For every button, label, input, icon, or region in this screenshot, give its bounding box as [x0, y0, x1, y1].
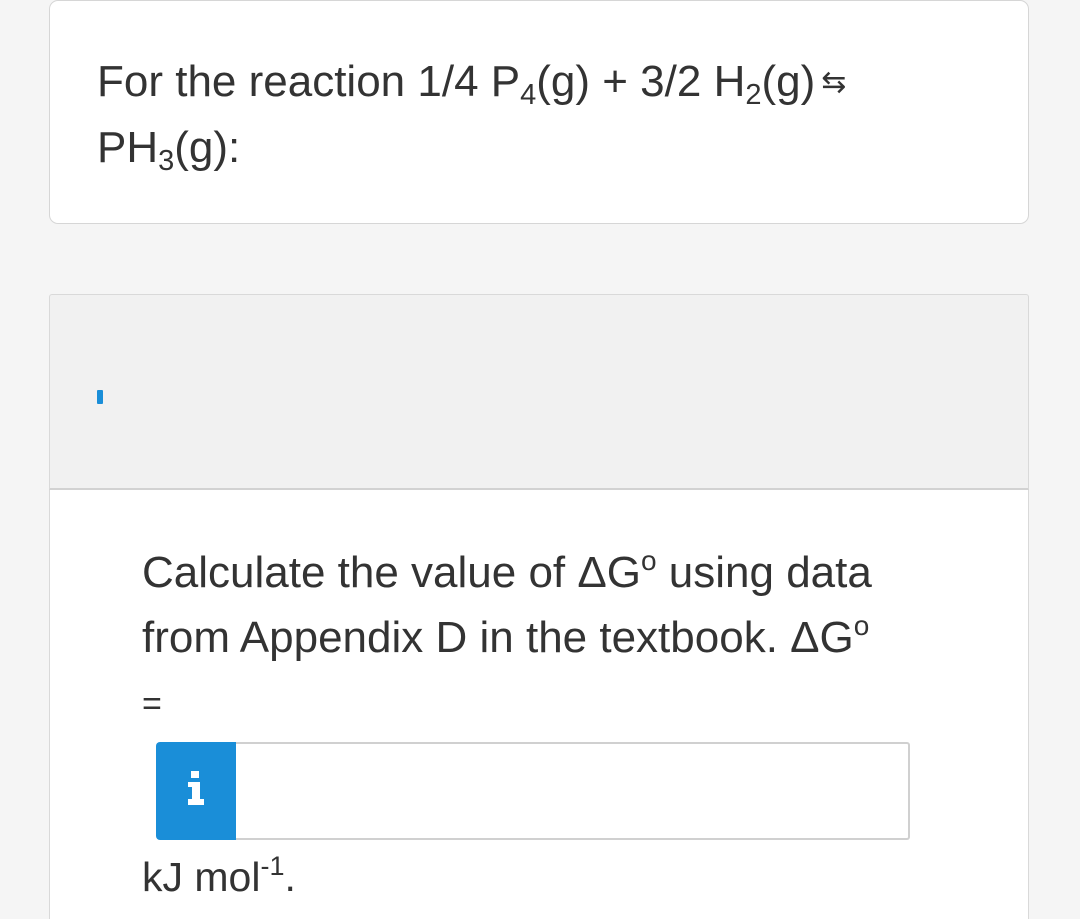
reaction-text-part: For the reaction 1/4 P — [97, 57, 521, 106]
answer-input[interactable] — [236, 742, 910, 840]
reaction-text-part: (g): — [174, 123, 241, 172]
degree-superscript: o — [641, 545, 657, 576]
subscript-4: 4 — [520, 79, 537, 111]
units-exponent: -1 — [260, 851, 285, 881]
prompt-text-part: Calculate the value of ΔG — [142, 548, 641, 597]
answer-row — [156, 742, 910, 840]
units-base: kJ mol — [142, 854, 261, 900]
equals-sign: = — [142, 685, 162, 723]
degree-superscript: o — [853, 610, 870, 641]
units-label: kJ mol-1. — [142, 852, 296, 902]
reaction-text-part: (g) — [761, 57, 816, 106]
reaction-text-part: PH — [97, 123, 159, 172]
equilibrium-arrow-icon: ⇆ — [821, 66, 847, 99]
subscript-3: 3 — [158, 145, 175, 177]
info-button[interactable] — [156, 742, 236, 840]
units-suffix: . — [284, 854, 296, 900]
subscript-2: 2 — [745, 79, 762, 111]
part-marker — [97, 390, 103, 404]
info-icon — [188, 771, 204, 805]
part-header-band — [49, 294, 1029, 490]
reaction-text-part: (g) + 3/2 H — [536, 57, 746, 106]
question-text: For the reaction 1/4 P4(g) + 3/2 H2(g) ⇆ P… — [97, 49, 957, 180]
answer-panel: Calculate the value of ΔGo using data fr… — [49, 490, 1029, 919]
question-card: For the reaction 1/4 P4(g) + 3/2 H2(g) ⇆ P… — [49, 0, 1029, 224]
prompt-text: Calculate the value of ΔGo using data fr… — [142, 540, 942, 670]
